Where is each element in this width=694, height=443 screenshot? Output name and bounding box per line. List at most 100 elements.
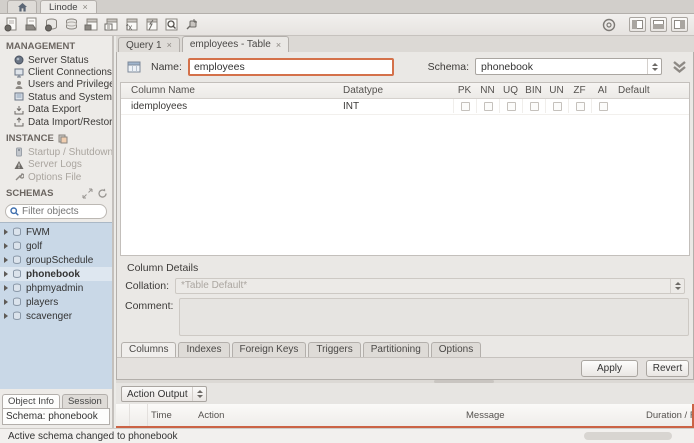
expander-icon[interactable] <box>4 271 8 277</box>
header-pk[interactable]: PK <box>453 85 476 96</box>
schema-item-phpmyadmin[interactable]: phpmyadmin <box>0 281 112 295</box>
sidebar-item-server-status[interactable]: Server Status <box>0 54 112 66</box>
action-output-list[interactable]: Time Action Message Duration / Fetch <box>116 404 694 428</box>
create-trigger-icon[interactable] <box>143 16 160 33</box>
tab-options[interactable]: Options <box>431 342 481 357</box>
zf-checkbox[interactable] <box>576 102 585 111</box>
header-message[interactable]: Message <box>466 410 646 421</box>
search-table-data-icon[interactable] <box>163 16 180 33</box>
tab-partitioning[interactable]: Partitioning <box>363 342 429 357</box>
expander-icon[interactable] <box>4 257 8 263</box>
header-zf[interactable]: ZF <box>568 85 591 96</box>
schema-icon <box>12 297 22 307</box>
header-bin[interactable]: BIN <box>522 85 545 96</box>
expander-icon[interactable] <box>4 243 8 249</box>
expander-icon[interactable] <box>4 299 8 305</box>
header-datatype[interactable]: Datatype <box>343 85 453 96</box>
expand-schemas-icon[interactable] <box>82 188 93 199</box>
tab-foreign-keys[interactable]: Foreign Keys <box>232 342 307 357</box>
schema-item-groupschedule[interactable]: groupSchedule <box>0 253 112 267</box>
revert-button[interactable]: Revert <box>646 360 689 377</box>
header-uq[interactable]: UQ <box>499 85 522 96</box>
bin-checkbox[interactable] <box>530 102 539 111</box>
table-name-input[interactable] <box>188 58 394 76</box>
tab-triggers[interactable]: Triggers <box>308 342 360 357</box>
expander-icon[interactable] <box>4 285 8 291</box>
create-function-icon[interactable]: fx <box>123 16 140 33</box>
schema-icon <box>12 255 22 265</box>
header-default[interactable]: Default <box>614 85 689 96</box>
sidebar-item-startup-shutdown[interactable]: Startup / Shutdown <box>0 146 112 158</box>
tab-columns[interactable]: Columns <box>121 342 176 357</box>
tab-query-1[interactable]: Query 1 × <box>118 37 180 52</box>
sidebar-item-data-export[interactable]: Data Export <box>0 104 112 116</box>
comment-textarea[interactable] <box>179 298 689 336</box>
sidebar-item-users-and-privileges[interactable]: Users and Privileges <box>0 79 112 91</box>
schema-select[interactable]: phonebook <box>475 58 662 75</box>
create-procedure-icon[interactable] <box>103 16 120 33</box>
un-checkbox[interactable] <box>553 102 562 111</box>
horizontal-scrollbar-thumb[interactable] <box>584 432 672 440</box>
nn-checkbox[interactable] <box>484 102 493 111</box>
toggle-bottom-panel-button[interactable] <box>650 17 667 32</box>
schema-filter-input[interactable] <box>22 206 100 217</box>
output-splitter[interactable] <box>116 380 694 383</box>
schema-item-scavenger[interactable]: scavenger <box>0 309 112 323</box>
header-un[interactable]: UN <box>545 85 568 96</box>
schema-item-phonebook[interactable]: phonebook <box>0 267 112 281</box>
create-schema-icon[interactable] <box>43 16 60 33</box>
header-column-name[interactable]: Column Name <box>121 85 343 96</box>
apply-button[interactable]: Apply <box>581 360 638 377</box>
sidebar-item-status-system-variables[interactable]: Status and System Variables <box>0 91 112 103</box>
toolbar-right-group <box>597 16 694 33</box>
sidebar-item-client-connections[interactable]: Client Connections <box>0 66 112 78</box>
expander-icon[interactable] <box>4 313 8 319</box>
table-form-row: Name: Schema: phonebook <box>117 52 693 82</box>
pk-checkbox[interactable] <box>461 102 470 111</box>
open-sql-script-icon[interactable] <box>23 16 40 33</box>
help-circle-icon[interactable] <box>600 16 617 33</box>
reconnect-dbms-icon[interactable] <box>183 16 200 33</box>
stepper-icon[interactable] <box>670 279 684 293</box>
toggle-right-panel-button[interactable] <box>671 17 688 32</box>
close-icon[interactable]: × <box>83 2 88 12</box>
header-ai[interactable]: AI <box>591 85 614 96</box>
column-row-idemployees[interactable]: idemployees INT <box>121 99 689 115</box>
create-view-icon[interactable] <box>83 16 100 33</box>
schema-item-golf[interactable]: golf <box>0 239 112 253</box>
sidebar-item-options-file[interactable]: Options File <box>0 171 112 183</box>
tab-session[interactable]: Session <box>62 394 108 408</box>
ai-checkbox[interactable] <box>599 102 608 111</box>
collation-select[interactable]: *Table Default* <box>175 278 685 294</box>
apply-revert-row: Apply Revert <box>117 357 693 379</box>
header-duration-fetch[interactable]: Duration / Fetch <box>646 410 694 421</box>
tab-object-info[interactable]: Object Info <box>2 394 60 408</box>
schema-item-fwm[interactable]: FWM <box>0 225 112 239</box>
sidebar-item-server-logs[interactable]: Server Logs <box>0 159 112 171</box>
stepper-icon[interactable] <box>192 387 206 401</box>
toggle-left-panel-button[interactable] <box>629 17 646 32</box>
create-table-icon[interactable] <box>63 16 80 33</box>
header-time[interactable]: Time <box>148 410 198 421</box>
uq-checkbox[interactable] <box>507 102 516 111</box>
collapse-chevrons-icon[interactable] <box>672 60 687 74</box>
tab-employees-table[interactable]: employees - Table × <box>182 36 289 52</box>
close-icon[interactable]: × <box>167 40 172 50</box>
editor-tab-bar: Query 1 × employees - Table × <box>116 36 694 52</box>
header-action[interactable]: Action <box>198 410 466 421</box>
refresh-schemas-icon[interactable] <box>97 188 108 199</box>
table-icon <box>127 61 141 73</box>
tab-indexes[interactable]: Indexes <box>178 342 229 357</box>
new-sql-tab-icon[interactable] <box>3 16 20 33</box>
schema-item-players[interactable]: players <box>0 295 112 309</box>
home-tab[interactable] <box>7 0 37 13</box>
splitter-grip[interactable] <box>434 380 494 383</box>
connection-tab-linode[interactable]: Linode × <box>40 0 97 13</box>
instance-badge-icon <box>58 134 68 144</box>
stepper-icon[interactable] <box>647 59 661 74</box>
expander-icon[interactable] <box>4 229 8 235</box>
sidebar-item-data-import[interactable]: Data Import/Restore <box>0 116 112 128</box>
output-type-select[interactable]: Action Output <box>121 386 207 402</box>
close-icon[interactable]: × <box>276 40 281 50</box>
header-nn[interactable]: NN <box>476 85 499 96</box>
